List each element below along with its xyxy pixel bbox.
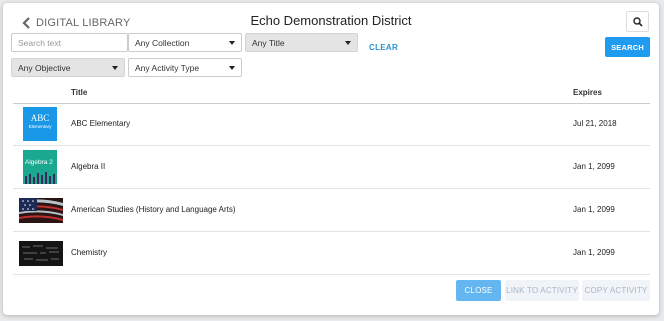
search-text-field[interactable] (11, 33, 128, 52)
search-icon-button[interactable] (626, 11, 649, 32)
search-button[interactable]: SEARCH (605, 37, 650, 57)
flag-image (19, 198, 63, 223)
objective-select[interactable]: Any Objective (11, 58, 125, 77)
thumb-text: Algebra 2 (25, 159, 53, 166)
american-flag-thumbnail (19, 198, 63, 223)
row-title: ABC Elementary (71, 119, 131, 128)
bar-graphic-icon (25, 172, 55, 184)
thumb-text: Elementary (28, 124, 52, 129)
row-title: Chemistry (71, 248, 108, 257)
title-select-label: Any Title (252, 37, 285, 48)
row-expires: Jul 21, 2018 (573, 119, 617, 128)
collection-select[interactable]: Any Collection (128, 33, 242, 52)
library-dialog: DIGITAL LIBRARY Echo Demonstration Distr… (3, 3, 659, 315)
clear-link[interactable]: CLEAR (369, 43, 398, 52)
table-row[interactable]: ABC Elementary ABC Elementary Jul 21, 20… (13, 103, 650, 146)
caret-down-icon (345, 40, 351, 45)
table-row[interactable]: Algebra 2 Algebra II Jan 1, 2099 (13, 146, 650, 189)
row-expires: Jan 1, 2099 (573, 248, 615, 257)
link-to-activity-button[interactable]: LINK TO ACTIVITY (505, 280, 579, 301)
caret-down-icon (229, 40, 235, 45)
copy-activity-button[interactable]: COPY ACTIVITY (582, 280, 650, 301)
row-expires: Jan 1, 2099 (573, 205, 615, 214)
magnifier-icon (632, 16, 643, 27)
activity-type-select-label: Any Activity Type (135, 62, 200, 73)
title-select[interactable]: Any Title (245, 33, 358, 52)
thumb-text: ABC (30, 113, 50, 123)
column-header-expires: Expires (573, 88, 602, 97)
column-header-title: Title (71, 88, 88, 97)
row-title: American Studies (History and Language A… (71, 205, 236, 214)
table-row[interactable]: Chemistry Jan 1, 2099 (13, 232, 650, 275)
algebra-thumbnail: Algebra 2 (23, 150, 57, 184)
collection-select-label: Any Collection (135, 37, 190, 48)
caret-down-icon (229, 65, 235, 70)
close-button[interactable]: CLOSE (456, 280, 501, 301)
table-header: Title Expires (13, 82, 650, 104)
search-text-input[interactable] (18, 37, 121, 48)
chemistry-thumbnail (19, 241, 63, 266)
abc-elementary-thumbnail: ABC Elementary (23, 107, 57, 141)
chalkboard-image (19, 241, 63, 266)
page-title: Echo Demonstration District (250, 13, 412, 28)
row-expires: Jan 1, 2099 (573, 162, 615, 171)
row-title: Algebra II (71, 162, 106, 171)
objective-select-label: Any Objective (18, 62, 71, 73)
activity-type-select[interactable]: Any Activity Type (128, 58, 242, 77)
caret-down-icon (112, 65, 118, 70)
table-row[interactable]: American Studies (History and Language A… (13, 189, 650, 232)
